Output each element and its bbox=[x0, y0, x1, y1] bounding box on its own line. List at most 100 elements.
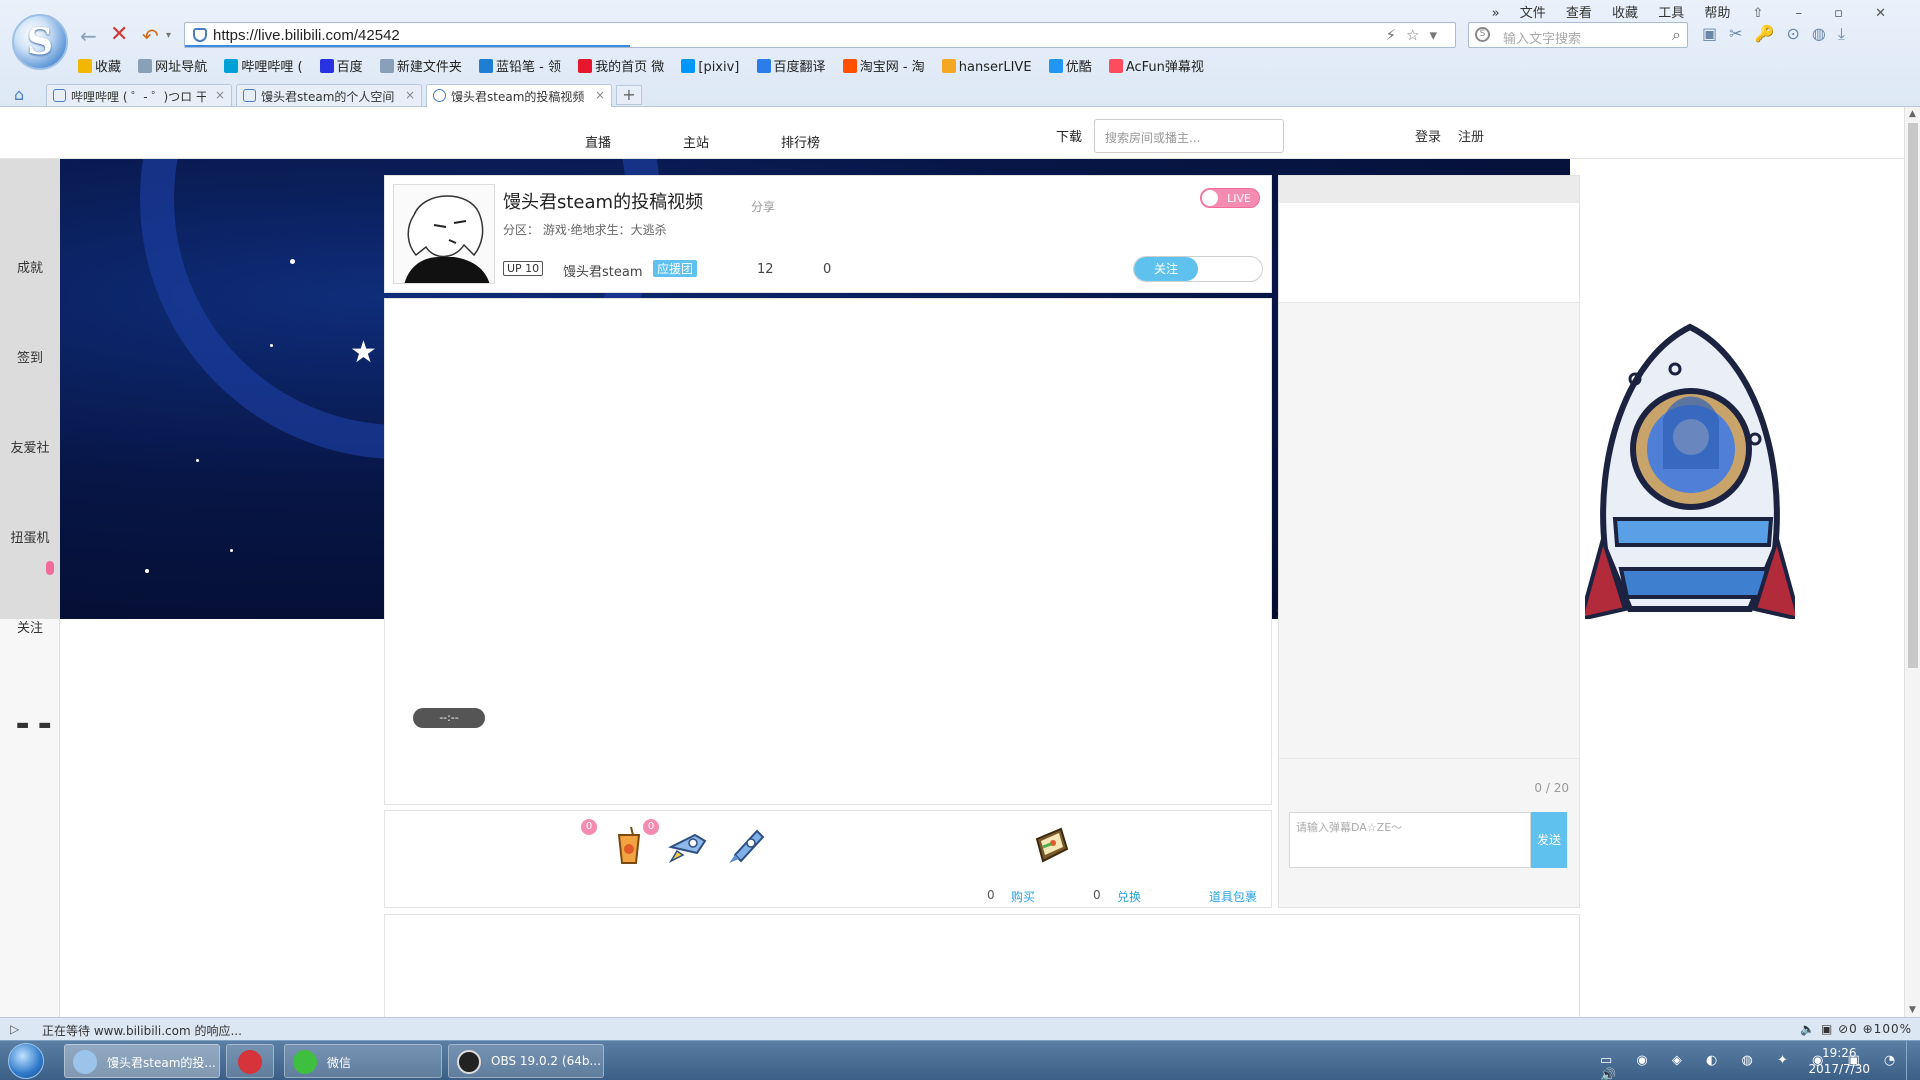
new-tab-button[interactable]: + bbox=[616, 85, 642, 105]
bookmark-baidu[interactable]: 百度 bbox=[319, 56, 363, 75]
taskbar-item-label: 馒头君steam的投... bbox=[107, 1056, 216, 1070]
bookmark-youku[interactable]: 优酷 bbox=[1048, 56, 1092, 75]
gift-bento-box-icon[interactable] bbox=[1031, 825, 1071, 865]
nav-ranking[interactable]: 排行榜 bbox=[781, 132, 820, 151]
bookmark-lanqianbi[interactable]: 蓝铅笔 - 领 bbox=[478, 56, 561, 75]
page-scrollbar[interactable]: ▲ ▼ bbox=[1904, 107, 1920, 1017]
back-arrow-icon[interactable]: ← bbox=[80, 24, 97, 48]
loading-spinner-icon bbox=[433, 89, 446, 102]
nav-main-site[interactable]: 主站 bbox=[683, 132, 709, 151]
star-decoration bbox=[196, 459, 199, 462]
tab-live-room[interactable]: 馒头君steam的投稿视频 × bbox=[426, 84, 612, 108]
menu-file[interactable]: 文件 bbox=[1520, 6, 1546, 21]
sidenav-more[interactable]: ▬ ▬ bbox=[16, 717, 53, 733]
pixiv-icon bbox=[681, 59, 696, 73]
chat-panel: 0 / 20 请输入弹幕DA☆ZE～ 发送 bbox=[1278, 175, 1580, 908]
bookmark-acfun[interactable]: AcFun弹幕视 bbox=[1108, 56, 1204, 75]
video-player[interactable]: --:-- bbox=[384, 298, 1272, 805]
acfun-icon bbox=[1108, 59, 1123, 73]
address-url[interactable]: https://live.bilibili.com/42542 bbox=[213, 27, 400, 44]
live-toggle[interactable]: LIVE bbox=[1200, 188, 1260, 208]
fan-club-badge[interactable]: 应援团 bbox=[653, 260, 698, 277]
menu-tools[interactable]: 工具 bbox=[1658, 6, 1684, 21]
bookmark-hanserlive[interactable]: hanserLIVE bbox=[941, 59, 1032, 75]
tab-user-space[interactable]: 馒头君steam的个人空间 × bbox=[236, 84, 422, 106]
taskbar-clock[interactable]: 19:26 2017/7/30 bbox=[1808, 1045, 1870, 1077]
window-controls[interactable]: ⇧ – ▫ ✕ bbox=[1753, 6, 1901, 21]
scroll-down-icon[interactable]: ▼ bbox=[1909, 1005, 1916, 1015]
room-stat-2: 0 bbox=[823, 262, 832, 277]
bookmark-pixiv[interactable]: [pixiv] bbox=[681, 59, 739, 75]
menu-view[interactable]: 查看 bbox=[1566, 6, 1592, 21]
star-icon bbox=[78, 59, 92, 73]
menu-help[interactable]: 帮助 bbox=[1704, 6, 1730, 21]
sidenav-follow[interactable]: 关注 bbox=[0, 617, 60, 636]
gift-spaceship-icon[interactable] bbox=[667, 825, 707, 865]
undo-icon[interactable]: ↶ bbox=[142, 24, 159, 48]
gift-count-badge: 0 bbox=[643, 819, 659, 835]
scrollbar-thumb[interactable] bbox=[1908, 123, 1918, 668]
exchange-link[interactable]: 兑换 bbox=[1117, 888, 1141, 905]
notification-dot bbox=[46, 561, 54, 575]
danmaku-input[interactable]: 请输入弹幕DA☆ZE～ bbox=[1289, 812, 1531, 868]
bookmark-weibo[interactable]: 我的首页 微 bbox=[578, 56, 664, 75]
menu-more-icon[interactable]: » bbox=[1492, 6, 1500, 21]
room-area[interactable]: 分区： 游戏·绝地求生：大逃杀 bbox=[503, 221, 667, 238]
address-bar-tools[interactable]: ⚡☆▾ bbox=[1385, 26, 1447, 44]
taskbar-obs[interactable]: OBS 19.0.2 (64b... bbox=[448, 1044, 604, 1078]
taskbar-netease-music[interactable] bbox=[226, 1044, 274, 1078]
close-tab-icon[interactable]: × bbox=[595, 88, 605, 102]
taskbar-wechat[interactable]: 微信 bbox=[284, 1044, 442, 1078]
address-bar[interactable]: https://live.bilibili.com/42542 ⚡☆▾ bbox=[184, 22, 1456, 48]
follow-button[interactable]: 关注 bbox=[1133, 256, 1263, 282]
tab-bilibili-home[interactable]: 哔哩哔哩 ( ゜- ゜)つロ 干 × bbox=[46, 84, 232, 106]
sidenav-capsule[interactable]: 扭蛋机 bbox=[0, 527, 60, 546]
streamer-name[interactable]: 馒头君steam bbox=[563, 261, 643, 280]
gift-drink-icon[interactable] bbox=[609, 825, 649, 865]
start-button[interactable] bbox=[8, 1043, 44, 1079]
wechat-icon bbox=[293, 1050, 317, 1074]
gift-rocket-icon[interactable] bbox=[727, 825, 767, 865]
bookmark-nav[interactable]: 网址导航 bbox=[138, 56, 207, 75]
bookmarks-bar: 收藏 网址导航 哔哩哔哩 ( 百度 新建文件夹 蓝铅笔 - 领 我的首页 微 [… bbox=[78, 56, 1217, 76]
toolbar-icons[interactable]: ▣✂🔑⊙◍⤓ bbox=[1702, 24, 1857, 44]
login-link[interactable]: 登录 bbox=[1415, 126, 1441, 145]
bookmark-favorites[interactable]: 收藏 bbox=[78, 56, 121, 75]
item-package-link[interactable]: 道具包裹 bbox=[1209, 888, 1257, 905]
menu-favorites[interactable]: 收藏 bbox=[1612, 6, 1638, 21]
register-link[interactable]: 注册 bbox=[1458, 126, 1484, 145]
show-desktop-button[interactable] bbox=[1906, 1041, 1920, 1080]
close-tab-icon[interactable]: × bbox=[405, 88, 415, 102]
scroll-up-icon[interactable]: ▲ bbox=[1909, 109, 1916, 119]
search-icon[interactable]: ⌕ bbox=[1672, 25, 1681, 45]
sidenav-guild[interactable]: 友爱社 bbox=[0, 437, 60, 456]
sidenav-sign-in[interactable]: 签到 bbox=[0, 347, 60, 366]
bookmark-taobao[interactable]: 淘宝网 - 淘 bbox=[842, 56, 925, 75]
tab-title: 馒头君steam的个人空间 bbox=[261, 90, 395, 104]
sidebar-toggle-icon[interactable]: ▷ bbox=[10, 1022, 19, 1036]
stop-icon[interactable]: ✕ bbox=[110, 22, 128, 47]
sidenav-achievements[interactable]: 成就 bbox=[0, 257, 60, 276]
streamer-avatar[interactable] bbox=[393, 184, 495, 284]
bookmark-baidu-translate[interactable]: 百度翻译 bbox=[756, 56, 826, 75]
close-tab-icon[interactable]: × bbox=[215, 88, 225, 102]
browser-search-box[interactable]: S 输入文字搜索 ⌕ bbox=[1468, 22, 1688, 48]
send-button[interactable]: 发送 bbox=[1531, 812, 1567, 868]
bookmark-folder[interactable]: 新建文件夹 bbox=[379, 56, 462, 75]
system-tray[interactable]: ▭ ◉ ◈ ◐ ◍ ✦ ◉ ▣ ◔ 🔊 bbox=[1600, 1053, 1920, 1080]
room-info-panel bbox=[384, 914, 1580, 1017]
nav-live[interactable]: 直播 bbox=[585, 132, 611, 151]
home-icon[interactable]: ⌂ bbox=[14, 85, 24, 104]
browser-logo-icon[interactable]: S bbox=[12, 14, 68, 70]
status-right-icons[interactable]: 🔈 ▣ ⊘0 ⊕100% bbox=[1800, 1022, 1912, 1036]
download-link[interactable]: 下载 bbox=[1056, 126, 1082, 145]
bookmark-bilibili[interactable]: 哔哩哔哩 ( bbox=[224, 56, 303, 75]
danmaku-message-list[interactable] bbox=[1279, 304, 1579, 759]
chevron-down-icon[interactable]: ▾ bbox=[166, 30, 171, 41]
taskbar-browser[interactable]: 馒头君steam的投... bbox=[64, 1044, 220, 1078]
room-search-input[interactable]: 搜索房间或播主... bbox=[1094, 119, 1284, 153]
browser-chrome: S ← ✕ ↶ ▾ https://live.bilibili.com/4254… bbox=[0, 0, 1920, 108]
share-button[interactable]: 分享 bbox=[751, 198, 775, 215]
search-engine-icon[interactable]: S bbox=[1475, 27, 1490, 42]
buy-link[interactable]: 购买 bbox=[1011, 888, 1035, 905]
